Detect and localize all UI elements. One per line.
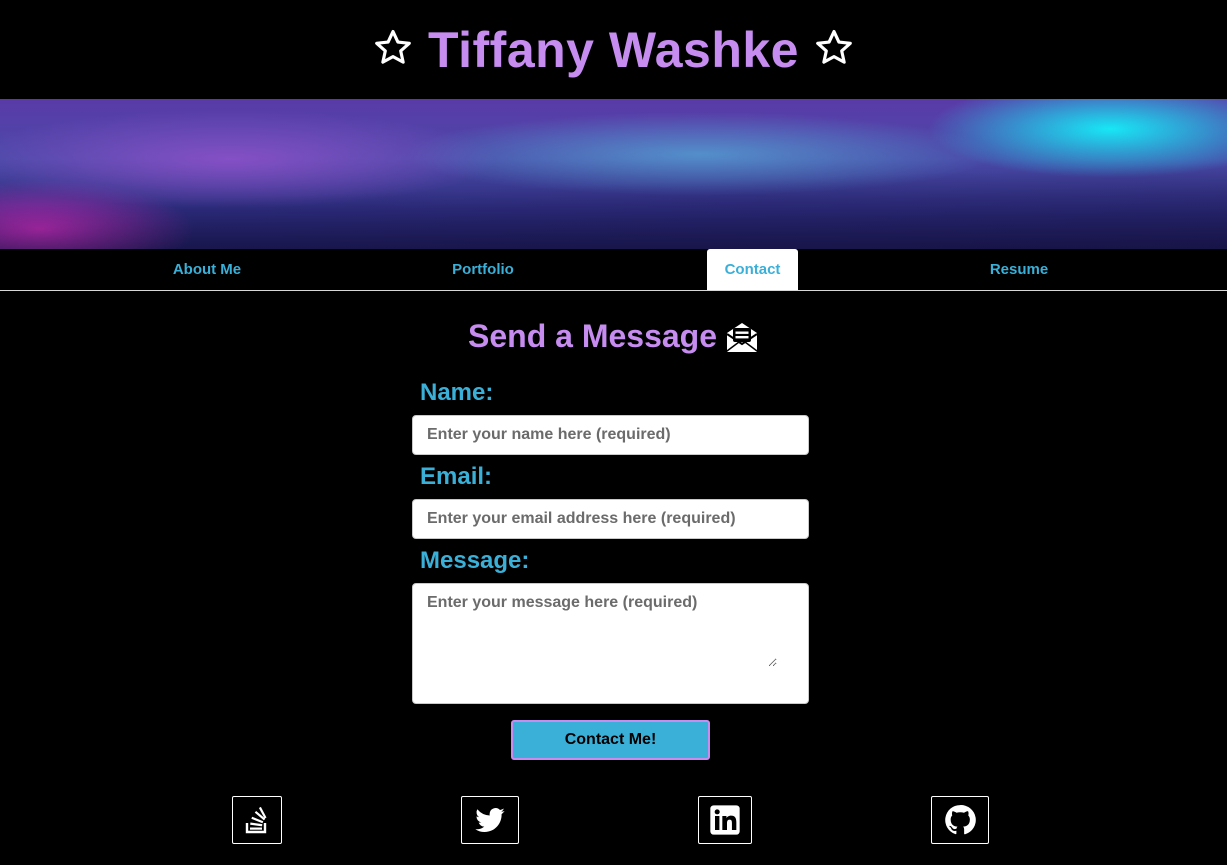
message-textarea[interactable]	[413, 584, 777, 667]
star-icon	[375, 29, 411, 64]
message-field	[412, 583, 809, 704]
twitter-link[interactable]	[461, 796, 519, 844]
name-input[interactable]	[412, 415, 809, 455]
email-label: Email:	[420, 463, 493, 490]
site-title: Tiffany Washke	[428, 21, 799, 78]
nav-portfolio[interactable]: Portfolio	[430, 249, 536, 290]
github-link[interactable]	[931, 796, 989, 844]
stack-overflow-link[interactable]	[232, 796, 282, 844]
linkedin-icon	[710, 805, 740, 835]
main-nav: About Me Portfolio Contact Resume	[0, 249, 1227, 291]
email-input[interactable]	[412, 499, 809, 539]
contact-submit-button[interactable]: Contact Me!	[511, 720, 710, 760]
star-icon	[816, 29, 852, 64]
site-header: Tiffany Washke	[0, 0, 1227, 99]
hero-banner	[0, 99, 1227, 249]
nav-contact[interactable]: Contact	[707, 249, 798, 290]
twitter-icon	[475, 808, 505, 832]
nav-resume[interactable]: Resume	[970, 249, 1068, 290]
message-label: Message:	[420, 547, 530, 574]
github-icon	[945, 805, 976, 835]
nav-about-me[interactable]: About Me	[150, 249, 264, 290]
envelope-open-icon	[726, 322, 758, 352]
form-heading-text: Send a Message	[468, 318, 717, 354]
name-label: Name:	[420, 379, 494, 406]
form-heading: Send a Message	[0, 318, 1227, 355]
stack-overflow-icon	[245, 806, 267, 834]
linkedin-link[interactable]	[698, 796, 752, 844]
